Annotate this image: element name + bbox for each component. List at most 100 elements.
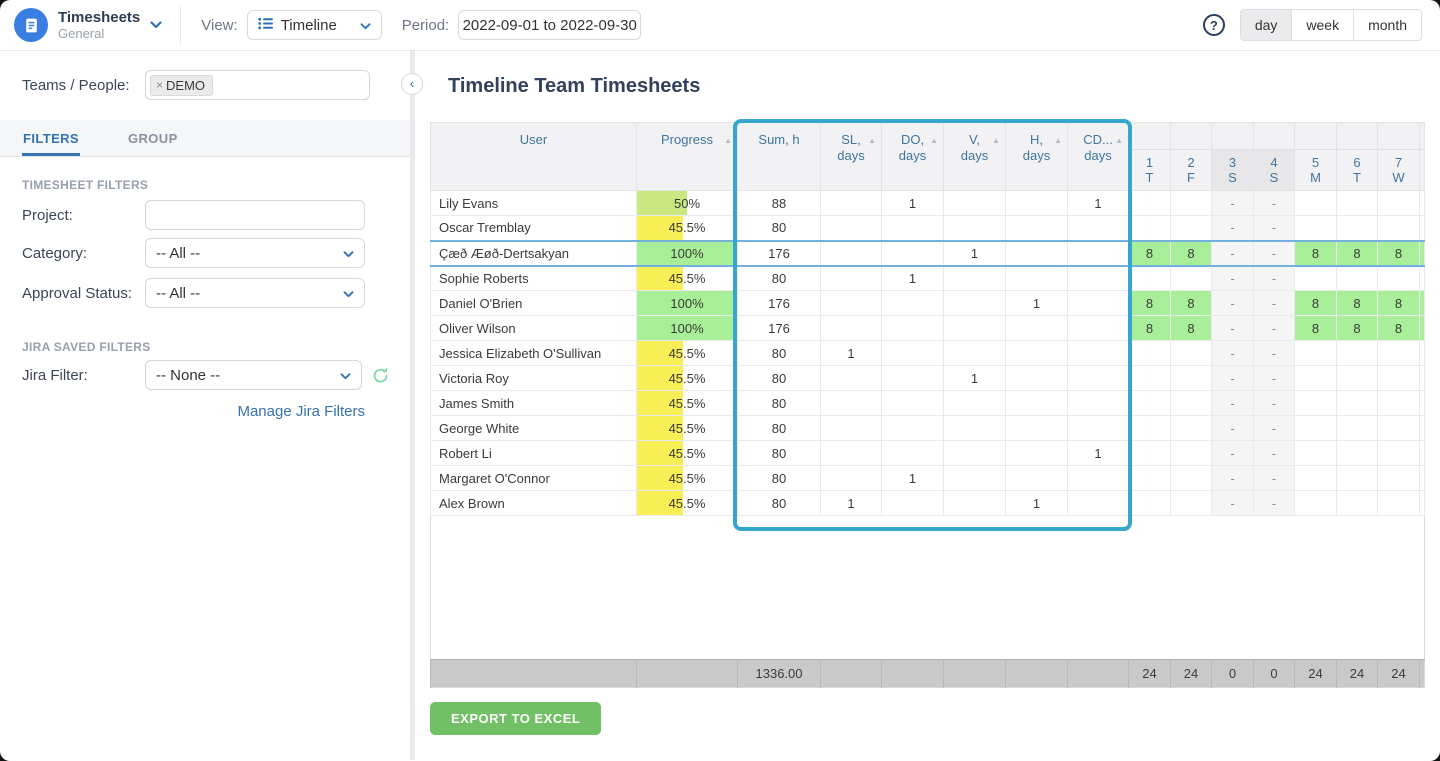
day-cell-7[interactable]: 8 [1378, 241, 1420, 266]
remove-tag-icon[interactable]: × [156, 78, 163, 92]
day-cell-3[interactable]: - [1212, 466, 1254, 491]
sort-asc-icon[interactable]: ▲ [992, 133, 1000, 149]
day-cell-1[interactable] [1129, 391, 1171, 416]
day-cell-7[interactable] [1378, 266, 1420, 291]
sort-asc-icon[interactable]: ▲ [1054, 133, 1062, 149]
day-cell-6[interactable]: 8 [1337, 316, 1378, 341]
teams-people-input[interactable]: ×DEMO [145, 70, 370, 100]
day-cell-5[interactable] [1295, 416, 1337, 441]
day-cell-5[interactable] [1295, 216, 1337, 241]
day-cell-4[interactable]: - [1254, 241, 1295, 266]
day-cell-7[interactable]: 8 [1378, 291, 1420, 316]
day-cell-6[interactable] [1337, 416, 1378, 441]
day-cell-2[interactable] [1171, 191, 1212, 216]
day-cell-4[interactable]: - [1254, 291, 1295, 316]
day-cell-4[interactable]: - [1254, 466, 1295, 491]
timesheet-row[interactable]: Çæð Æøð-Dertsakyan100%176188--888 [431, 241, 1425, 266]
timesheet-row[interactable]: James Smith45.5%80-- [431, 391, 1425, 416]
day-cell-6[interactable] [1337, 466, 1378, 491]
day-cell-4[interactable]: - [1254, 191, 1295, 216]
day-cell-4[interactable]: - [1254, 416, 1295, 441]
day-cell-7[interactable] [1378, 416, 1420, 441]
day-cell-3[interactable]: - [1212, 341, 1254, 366]
day-cell-7[interactable] [1378, 216, 1420, 241]
day-cell-2[interactable]: 8 [1171, 316, 1212, 341]
day-cell-7[interactable] [1378, 441, 1420, 466]
day-cell-3[interactable]: - [1212, 191, 1254, 216]
period-input[interactable] [458, 10, 641, 40]
refresh-icon[interactable] [371, 366, 390, 390]
sort-asc-icon[interactable]: ▲ [1115, 133, 1123, 149]
col-header-progress[interactable]: Progress▲ [637, 123, 738, 191]
approval-status-select[interactable]: -- All -- [145, 278, 365, 308]
day-cell-2[interactable] [1171, 216, 1212, 241]
col-header-do[interactable]: DO, days▲ [882, 123, 944, 191]
day-cell-2[interactable] [1171, 441, 1212, 466]
timesheet-row[interactable]: Margaret O'Connor45.5%801-- [431, 466, 1425, 491]
jira-filter-select[interactable]: -- None -- [145, 360, 362, 390]
app-switcher[interactable]: Timesheets General [0, 8, 180, 42]
chevron-down-icon[interactable] [150, 16, 162, 34]
sort-asc-icon[interactable]: ▲ [724, 133, 732, 149]
day-cell-2[interactable] [1171, 491, 1212, 516]
day-cell-1[interactable] [1129, 416, 1171, 441]
day-cell-2[interactable] [1171, 391, 1212, 416]
view-select[interactable]: Timeline [247, 10, 382, 40]
day-cell-1[interactable] [1129, 466, 1171, 491]
day-cell-3[interactable]: - [1212, 316, 1254, 341]
day-cell-5[interactable] [1295, 366, 1337, 391]
export-to-excel-button[interactable]: EXPORT TO EXCEL [430, 702, 601, 735]
day-cell-6[interactable] [1337, 266, 1378, 291]
timesheet-row[interactable]: Victoria Roy45.5%801-- [431, 366, 1425, 391]
day-cell-6[interactable] [1337, 341, 1378, 366]
tab-group[interactable]: GROUP [127, 120, 179, 156]
day-cell-2[interactable] [1171, 366, 1212, 391]
timesheet-row[interactable]: Sophie Roberts45.5%801-- [431, 266, 1425, 291]
manage-jira-filters-link[interactable]: Manage Jira Filters [22, 403, 365, 420]
day-cell-6[interactable]: 8 [1337, 241, 1378, 266]
col-header-cd[interactable]: CD... days▲ [1068, 123, 1129, 191]
timesheet-row[interactable]: Jessica Elizabeth O'Sullivan45.5%801-- [431, 341, 1425, 366]
collapse-sidebar-button[interactable]: ‹ [401, 73, 423, 95]
day-cell-2[interactable] [1171, 416, 1212, 441]
day-cell-6[interactable] [1337, 391, 1378, 416]
day-cell-4[interactable]: - [1254, 316, 1295, 341]
col-header-h[interactable]: H, days▲ [1006, 123, 1068, 191]
day-cell-1[interactable] [1129, 491, 1171, 516]
timesheet-row[interactable]: Daniel O'Brien100%176188--888 [431, 291, 1425, 316]
sort-asc-icon[interactable]: ▲ [930, 133, 938, 149]
day-cell-5[interactable] [1295, 266, 1337, 291]
col-header-sl[interactable]: SL, days▲ [821, 123, 882, 191]
day-cell-4[interactable]: - [1254, 391, 1295, 416]
day-cell-2[interactable] [1171, 466, 1212, 491]
day-cell-4[interactable]: - [1254, 341, 1295, 366]
day-cell-5[interactable] [1295, 491, 1337, 516]
day-cell-6[interactable] [1337, 366, 1378, 391]
day-cell-6[interactable] [1337, 491, 1378, 516]
zoom-day-button[interactable]: day [1241, 10, 1292, 40]
day-cell-3[interactable]: - [1212, 216, 1254, 241]
day-cell-3[interactable]: - [1212, 266, 1254, 291]
day-cell-5[interactable] [1295, 441, 1337, 466]
day-cell-7[interactable] [1378, 391, 1420, 416]
day-cell-5[interactable] [1295, 466, 1337, 491]
day-cell-7[interactable] [1378, 191, 1420, 216]
day-cell-4[interactable]: - [1254, 216, 1295, 241]
day-cell-5[interactable]: 8 [1295, 241, 1337, 266]
project-input[interactable] [145, 200, 365, 230]
tab-filters[interactable]: FILTERS [22, 120, 80, 156]
timesheet-row[interactable]: George White45.5%80-- [431, 416, 1425, 441]
day-cell-2[interactable] [1171, 266, 1212, 291]
day-cell-3[interactable]: - [1212, 441, 1254, 466]
day-cell-4[interactable]: - [1254, 491, 1295, 516]
day-cell-1[interactable] [1129, 441, 1171, 466]
day-cell-1[interactable]: 8 [1129, 316, 1171, 341]
day-cell-4[interactable]: - [1254, 366, 1295, 391]
day-cell-3[interactable]: - [1212, 491, 1254, 516]
day-cell-3[interactable]: - [1212, 291, 1254, 316]
day-cell-1[interactable] [1129, 191, 1171, 216]
day-cell-1[interactable] [1129, 341, 1171, 366]
timesheet-row[interactable]: Oliver Wilson100%17688--888 [431, 316, 1425, 341]
day-cell-5[interactable]: 8 [1295, 316, 1337, 341]
day-cell-6[interactable] [1337, 216, 1378, 241]
